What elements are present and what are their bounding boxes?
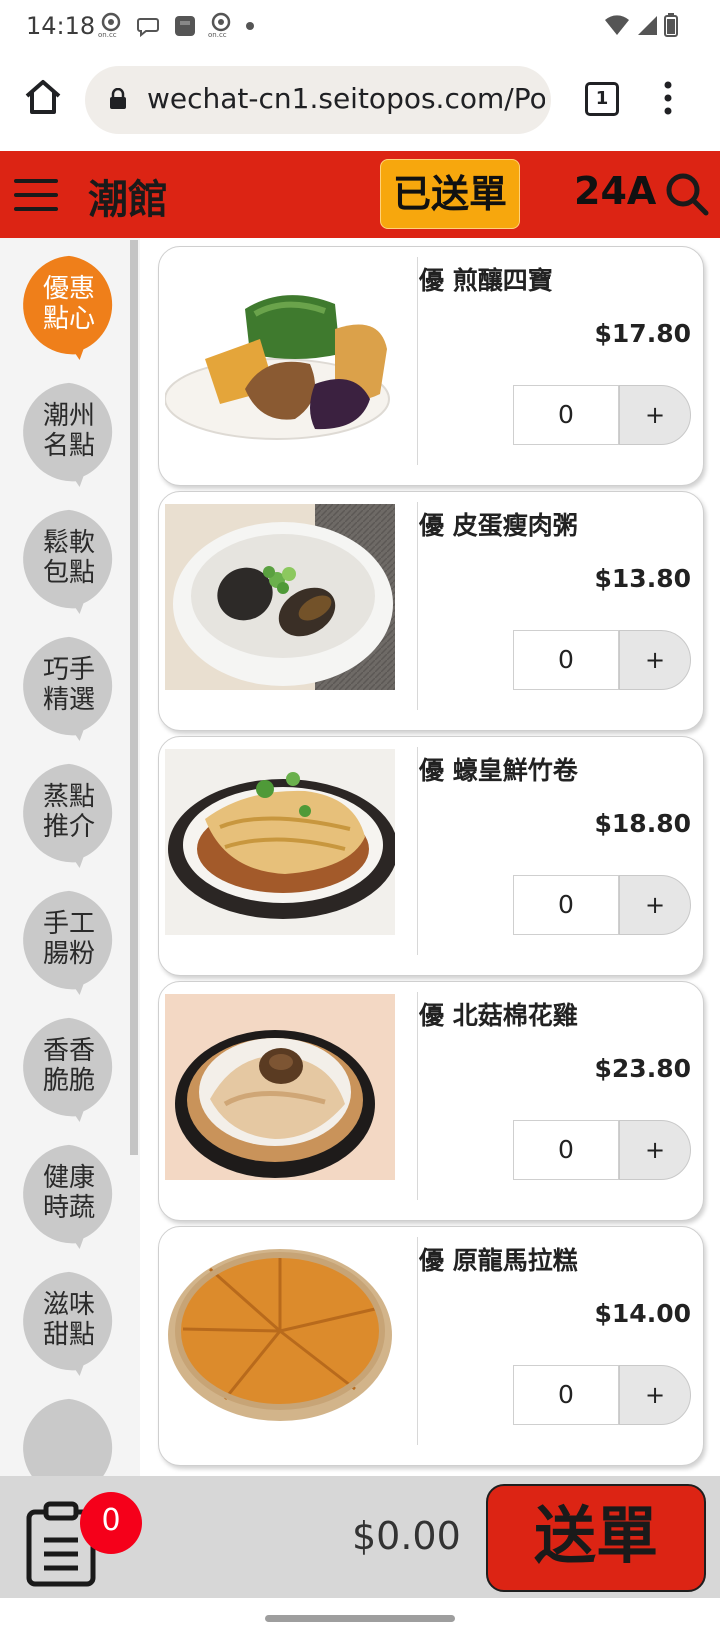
notification-icons: on.cc on.cc xyxy=(98,12,254,40)
quantity-input[interactable]: 0 xyxy=(513,385,619,445)
category-item[interactable]: 潮州 名點 xyxy=(16,381,122,491)
oncc-app-icon-2: on.cc xyxy=(208,12,232,40)
add-quantity-button[interactable]: + xyxy=(619,1120,691,1180)
category-bubble xyxy=(23,1398,113,1476)
cart-count-badge: 0 xyxy=(80,1492,142,1554)
category-item[interactable]: 滋味 甜點 xyxy=(16,1270,122,1380)
cell-signal-icon xyxy=(638,16,657,35)
address-bar[interactable]: wechat-cn1.seitopos.com/PosWeb xyxy=(85,66,551,134)
fried-stuffed-vegetables-photo[interactable] xyxy=(165,259,395,445)
menu-item-card: 優 北菇棉花雞 $23.80 0 + xyxy=(158,981,704,1221)
malay-sponge-cake-photo[interactable] xyxy=(165,1239,395,1425)
item-name: 優 原龍馬拉糕 xyxy=(419,1246,578,1275)
oncc-label: on.cc xyxy=(98,31,117,39)
mushroom-chicken-photo[interactable] xyxy=(165,994,395,1180)
app-header: 潮館 已送單 24A xyxy=(0,151,720,238)
status-bar: 14:18 on.cc on.cc xyxy=(0,0,720,52)
chat-bubble-icon xyxy=(136,14,160,38)
status-time: 14:18 xyxy=(26,12,96,40)
sent-orders-button[interactable]: 已送單 xyxy=(380,159,520,229)
oncc-label: on.cc xyxy=(208,31,227,39)
tab-switcher-button[interactable]: 1 xyxy=(585,82,619,116)
add-quantity-button[interactable]: + xyxy=(619,630,691,690)
add-quantity-button[interactable]: + xyxy=(619,385,691,445)
item-name: 優 煎釀四寶 xyxy=(419,266,553,295)
hamburger-icon[interactable] xyxy=(12,175,60,215)
card-divider xyxy=(417,502,418,710)
url-text: wechat-cn1.seitopos.com/PosWeb xyxy=(147,82,545,115)
add-quantity-button[interactable]: + xyxy=(619,875,691,935)
card-divider xyxy=(417,992,418,1200)
category-label: 蒸點 推介 xyxy=(42,782,95,842)
sidebar-scrollbar[interactable] xyxy=(130,240,138,1155)
category-item[interactable]: 鬆軟 包點 xyxy=(16,508,122,618)
system-icons xyxy=(604,13,678,37)
card-divider xyxy=(417,1237,418,1445)
home-icon[interactable] xyxy=(22,76,64,118)
dot-icon xyxy=(246,22,254,30)
system-nav-area xyxy=(0,1598,720,1640)
item-price: $14.00 xyxy=(594,1299,691,1328)
menu-item-card: 優 蠔皇鮮竹卷 $18.80 0 + xyxy=(158,736,704,976)
table-number: 24A xyxy=(574,169,657,213)
category-item[interactable]: 蒸點 推介 xyxy=(16,762,122,872)
battery-icon xyxy=(664,13,678,37)
store-name: 潮館 xyxy=(88,177,168,223)
more-options-icon[interactable] xyxy=(662,80,674,116)
category-label: 手工 腸粉 xyxy=(42,909,95,969)
card-divider xyxy=(417,747,418,955)
category-label: 鬆軟 包點 xyxy=(42,528,95,588)
quantity-input[interactable]: 0 xyxy=(513,875,619,935)
menu-list: 優 煎釀四寶 $17.80 0 + 優 皮蛋瘦肉粥 $13.80 0 + 優 蠔… xyxy=(140,238,720,1476)
category-label: 健康 時蔬 xyxy=(42,1163,95,1223)
quantity-input[interactable]: 0 xyxy=(513,1365,619,1425)
cart-bar: 0 $0.00 送單 xyxy=(0,1476,720,1598)
item-price: $23.80 xyxy=(594,1054,691,1083)
category-label: 滋味 甜點 xyxy=(42,1290,95,1350)
search-icon[interactable] xyxy=(664,171,710,217)
item-price: $13.80 xyxy=(594,564,691,593)
category-label: 香香 脆脆 xyxy=(42,1036,95,1096)
add-quantity-button[interactable]: + xyxy=(619,1365,691,1425)
cart-total: $0.00 xyxy=(352,1514,461,1558)
category-item[interactable]: 香香 脆脆 xyxy=(16,1016,122,1126)
category-item[interactable]: 優惠 點心 xyxy=(16,254,122,364)
category-item[interactable]: 健康 時蔬 xyxy=(16,1143,122,1253)
menu-item-card: 優 原龍馬拉糕 $14.00 0 + xyxy=(158,1226,704,1466)
submit-order-button[interactable]: 送單 xyxy=(486,1484,706,1592)
card-divider xyxy=(417,257,418,465)
gesture-handle[interactable] xyxy=(265,1615,455,1622)
category-item[interactable]: 手工 腸粉 xyxy=(16,889,122,999)
item-name: 優 蠔皇鮮竹卷 xyxy=(419,756,578,785)
lock-icon xyxy=(110,88,126,109)
item-price: $18.80 xyxy=(594,809,691,838)
wifi-icon xyxy=(605,15,629,35)
item-name: 優 北菇棉花雞 xyxy=(419,1001,578,1030)
category-item[interactable]: 巧手 精選 xyxy=(16,635,122,745)
beancurd-roll-photo[interactable] xyxy=(165,749,395,935)
browser-toolbar: wechat-cn1.seitopos.com/PosWeb 1 xyxy=(0,52,720,150)
menu-item-card: 優 煎釀四寶 $17.80 0 + xyxy=(158,246,704,486)
menu-item-card: 優 皮蛋瘦肉粥 $13.80 0 + xyxy=(158,491,704,731)
app-square-icon xyxy=(174,15,196,37)
category-label: 巧手 精選 xyxy=(42,655,95,715)
oncc-app-icon: on.cc xyxy=(98,12,122,40)
century-egg-congee-photo[interactable] xyxy=(165,504,395,690)
category-sidebar: 優惠 點心 潮州 名點 鬆軟 包點 巧手 精選 蒸點 推介 手工 腸粉 香香 脆脆 健康 時蔬 … xyxy=(0,238,140,1476)
item-price: $17.80 xyxy=(594,319,691,348)
quantity-input[interactable]: 0 xyxy=(513,630,619,690)
category-item-partial[interactable] xyxy=(16,1397,122,1476)
category-label: 優惠 點心 xyxy=(42,274,95,334)
category-label: 潮州 名點 xyxy=(42,401,95,461)
quantity-input[interactable]: 0 xyxy=(513,1120,619,1180)
item-name: 優 皮蛋瘦肉粥 xyxy=(419,511,578,540)
